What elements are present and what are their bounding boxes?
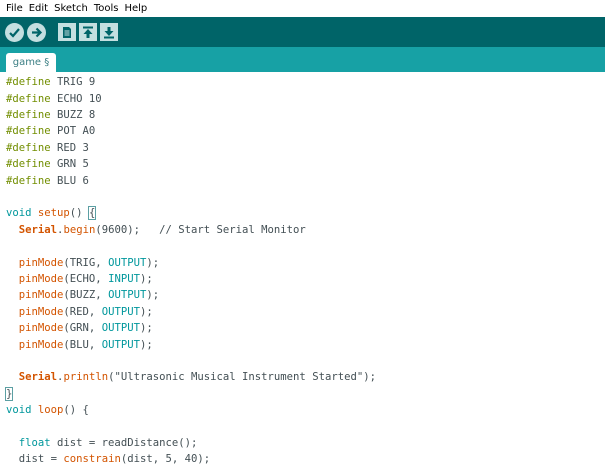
code-line: pinMode(ECHO, INPUT); — [18, 273, 153, 285]
menu-sketch[interactable]: Sketch — [51, 0, 91, 17]
arrow-down-icon — [104, 26, 114, 38]
code-line: dist = constrain(dist, 5, 40); — [18, 453, 211, 465]
code-line: #define BLU 6 — [6, 175, 89, 187]
menu-file[interactable]: File — [3, 0, 26, 17]
code-line: #define POT A0 — [6, 125, 96, 137]
text-cursor — [12, 387, 14, 401]
open-button[interactable] — [79, 23, 97, 41]
code-line: #define BUZZ 8 — [6, 109, 96, 121]
verify-button[interactable] — [5, 22, 24, 42]
code-line: Serial.println("Ultrasonic Musical Instr… — [18, 371, 376, 383]
code-line: void setup() { — [6, 206, 97, 220]
code-line: pinMode(RED, OUTPUT); — [18, 306, 153, 318]
code-line: } — [4, 387, 14, 401]
code-line: #define GRN 5 — [6, 158, 89, 170]
menu-bar: File Edit Sketch Tools Help — [0, 0, 605, 17]
toolbar — [0, 17, 605, 47]
code-line: pinMode(GRN, OUTPUT); — [18, 322, 153, 334]
code-line: #define ECHO 10 — [6, 93, 102, 105]
code-line: void loop() { — [6, 404, 89, 416]
save-button[interactable] — [100, 23, 118, 41]
code-line: pinMode(BUZZ, OUTPUT); — [18, 289, 160, 301]
code-line: pinMode(TRIG, OUTPUT); — [18, 257, 160, 269]
code-line: Serial.begin(9600); // Start Serial Moni… — [18, 224, 306, 236]
code-line: float dist = readDistance(); — [18, 437, 198, 449]
code-line: pinMode(BLU, OUTPUT); — [18, 339, 153, 351]
code-editor[interactable]: #define TRIG 9 #define ECHO 10 #define B… — [0, 72, 605, 475]
arrow-right-icon — [32, 27, 43, 37]
arrow-up-icon — [83, 26, 93, 38]
menu-tools[interactable]: Tools — [91, 0, 122, 17]
menu-edit[interactable]: Edit — [26, 0, 51, 17]
code-line: #define TRIG 9 — [6, 76, 96, 88]
new-button[interactable] — [58, 23, 76, 41]
upload-button[interactable] — [27, 22, 46, 42]
checkmark-icon — [9, 27, 20, 38]
document-icon — [63, 26, 71, 38]
menu-help[interactable]: Help — [121, 0, 150, 17]
tab-strip: game § — [0, 47, 605, 72]
code-line: #define RED 3 — [6, 142, 89, 154]
tab-game[interactable]: game § — [6, 53, 56, 72]
